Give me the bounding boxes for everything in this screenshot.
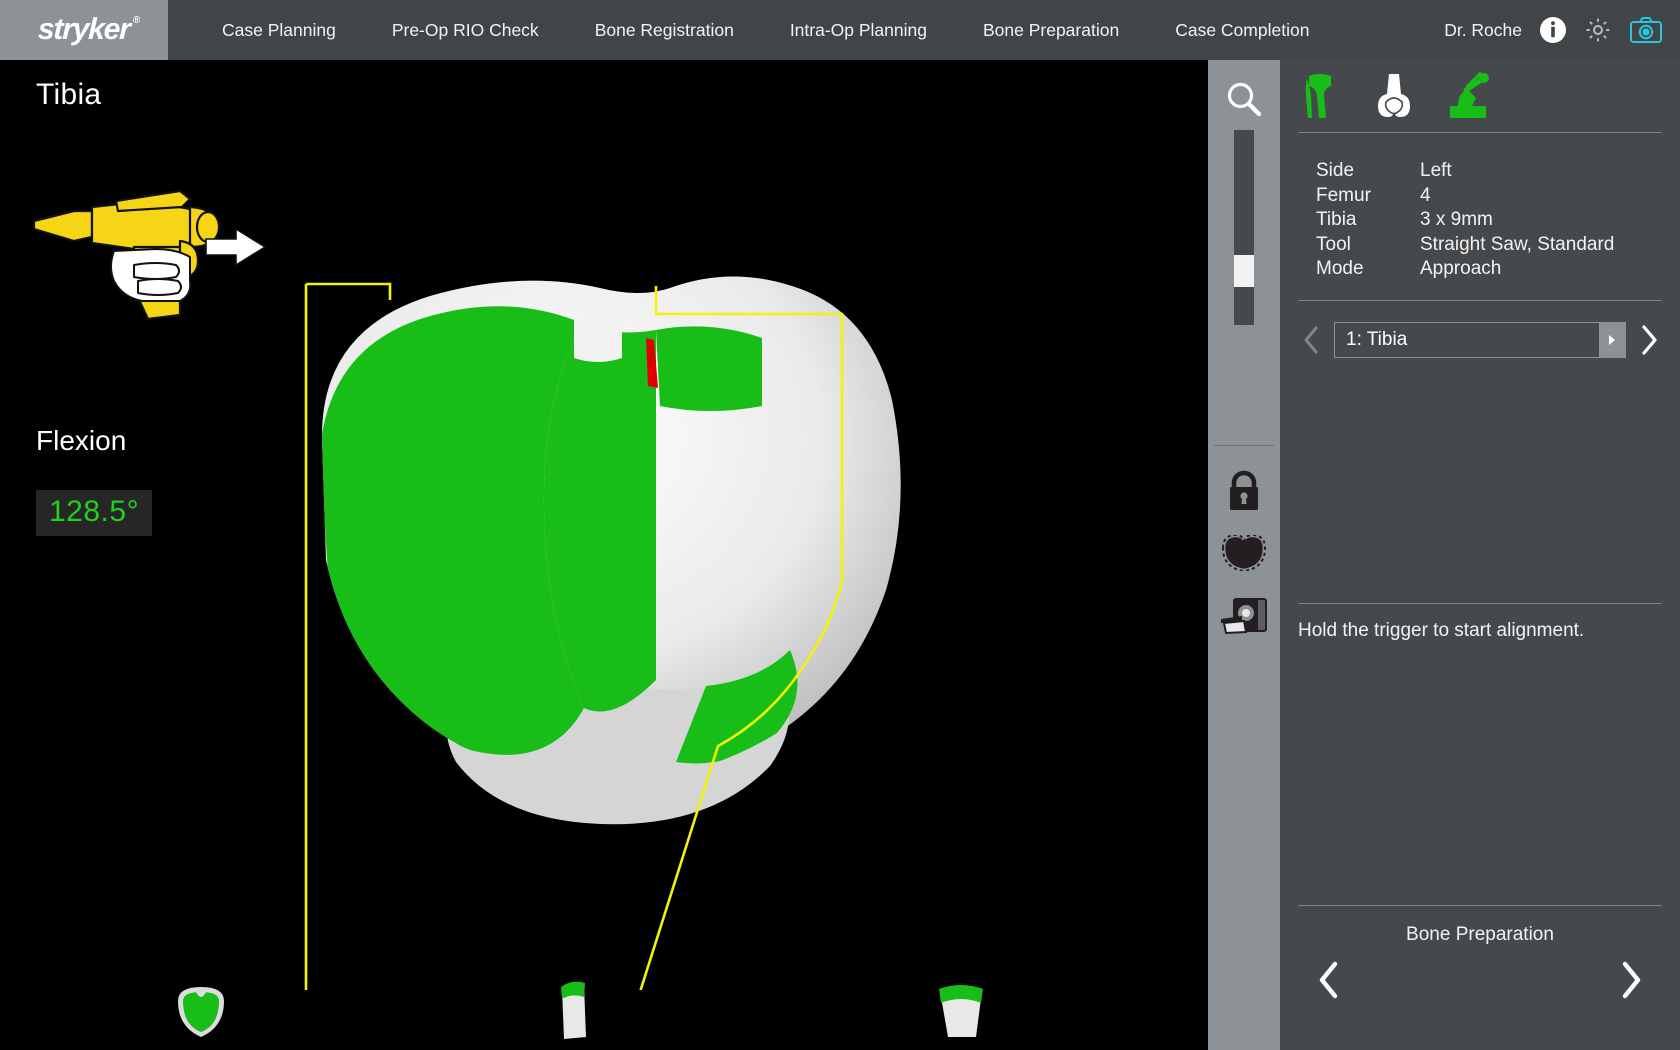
panel-divider-mid [1298,300,1662,301]
bottom-next-button[interactable] [1618,960,1644,1005]
zoom-slider[interactable] [1234,130,1254,325]
flexion-value: 128.5° [49,495,139,528]
info-row-tool: Tool Straight Saw, Standard [1316,233,1680,258]
thumbnail-view-axial[interactable] [170,983,232,1046]
rail-divider [1214,445,1274,446]
bone-outline-icon[interactable] [1214,522,1274,584]
info-value-side: Left [1420,159,1680,184]
info-value-mode: Approach [1420,257,1680,282]
info-label-tool: Tool [1316,233,1420,258]
robotic-arm-icon[interactable] [1442,68,1494,124]
ct-scanner-icon[interactable] [1214,584,1274,646]
stryker-logo: stryker® [0,0,168,60]
info-value-tibia: 3 x 9mm [1420,208,1680,233]
flexion-value-box: 128.5° [36,490,152,536]
logo-wordmark: stryker [38,13,131,46]
tab-pre-op-rio-check[interactable]: Pre-Op RIO Check [364,0,567,60]
step-select-value: 1: Tibia [1335,329,1599,351]
tab-bone-preparation[interactable]: Bone Preparation [955,0,1147,60]
step-next-button[interactable] [1632,317,1666,363]
gear-icon[interactable] [1584,16,1612,44]
resection-zone-medial [320,306,584,755]
logo-trademark: ® [133,15,140,26]
info-label-femur: Femur [1316,184,1420,209]
info-row-side: Side Left [1316,159,1680,184]
step-selector-row: 1: Tibia [1280,309,1680,371]
panel-bottom-nav: Bone Preparation [1280,905,1680,1050]
camera-icon[interactable] [1630,17,1662,43]
header-right-cluster: Dr. Roche [1444,16,1680,44]
step-select[interactable]: 1: Tibia [1334,322,1626,358]
bottom-nav-title: Bone Preparation [1280,906,1680,946]
tab-case-completion[interactable]: Case Completion [1147,0,1337,60]
step-prev-button[interactable] [1294,317,1328,363]
user-name-label: Dr. Roche [1444,20,1522,41]
intercondylar-notch [574,314,622,362]
anatomy-mode-icons [1280,60,1680,132]
zoom-slider-handle[interactable] [1234,255,1254,287]
tab-case-planning[interactable]: Case Planning [194,0,364,60]
thumbnail-strip [0,970,1208,1050]
info-value-femur: 4 [1420,184,1680,209]
tab-bone-registration[interactable]: Bone Registration [567,0,762,60]
info-row-tibia: Tibia 3 x 9mm [1316,208,1680,233]
thumbnail-view-anterior[interactable] [930,979,992,1046]
3d-viewport[interactable]: Tibia Flexion 128.5° [0,60,1208,1050]
info-row-mode: Mode Approach [1316,257,1680,282]
main-navigation: Case Planning Pre-Op RIO Check Bone Regi… [194,0,1337,60]
lock-icon[interactable] [1214,460,1274,522]
flexion-label: Flexion [36,425,126,457]
right-side-panel: Side Left Femur 4 Tibia 3 x 9mm Tool Str… [1280,60,1680,1050]
info-label-tibia: Tibia [1316,208,1420,233]
thumbnail-view-lateral[interactable] [550,975,594,1046]
case-info-table: Side Left Femur 4 Tibia 3 x 9mm Tool Str… [1280,133,1680,300]
femur-icon[interactable] [1368,68,1420,124]
viewport-tool-rail [1208,60,1280,1050]
app-header: stryker® Case Planning Pre-Op RIO Check … [0,0,1680,60]
tibia-icon[interactable] [1294,68,1346,124]
bottom-prev-button[interactable] [1316,960,1342,1005]
info-icon[interactable] [1540,17,1566,43]
search-icon[interactable] [1214,70,1274,128]
info-value-tool: Straight Saw, Standard [1420,233,1680,258]
chevron-down-icon[interactable] [1599,323,1625,357]
info-label-side: Side [1316,159,1420,184]
tab-intra-op-planning[interactable]: Intra-Op Planning [762,0,955,60]
status-message: Hold the trigger to start alignment. [1280,604,1680,642]
bone-label: Tibia [36,78,101,112]
bone-model-render[interactable] [170,210,990,990]
info-row-femur: Femur 4 [1316,184,1680,209]
info-label-mode: Mode [1316,257,1420,282]
resection-zone-lateral [656,326,762,411]
